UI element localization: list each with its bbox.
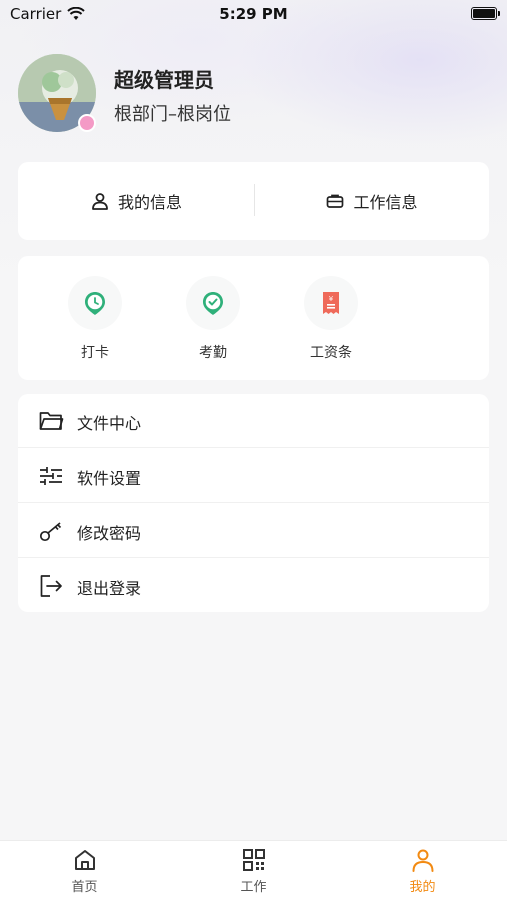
tab-label: 我的: [409, 880, 436, 895]
quick-actions-card: 打卡 考勤 ¥ 工资条: [18, 256, 489, 380]
svg-text:¥: ¥: [329, 295, 334, 303]
my-info-button[interactable]: 我的信息: [18, 162, 254, 240]
menu-item-label: 修改密码: [77, 524, 142, 543]
quick-action-icon-bg: [186, 276, 240, 330]
clock-icon: [85, 292, 105, 315]
menu-item-software-settings[interactable]: 软件设置: [18, 449, 489, 503]
menu-item-change-password[interactable]: 修改密码: [18, 504, 489, 558]
status-bar: Carrier 5:29 PM: [0, 0, 507, 28]
menu-item-label: 文件中心: [77, 414, 142, 433]
battery-icon: [471, 7, 500, 20]
tab-label: 工作: [240, 880, 267, 895]
menu-item-file-center[interactable]: 文件中心: [18, 394, 489, 448]
briefcase-icon: [327, 194, 344, 208]
quick-action-label: 考勤: [199, 345, 227, 361]
menu-item-label: 退出登录: [77, 579, 142, 598]
avatar-badge: [78, 114, 96, 132]
menu-item-logout[interactable]: 退出登录: [18, 559, 489, 613]
tab-mine[interactable]: 我的: [338, 841, 507, 900]
quick-action-icon-bg: [68, 276, 122, 330]
work-info-label: 工作信息: [353, 193, 418, 212]
quick-action-attendance[interactable]: 考勤: [154, 256, 254, 380]
quick-action-label: 工资条: [310, 345, 352, 361]
bottom-tab-bar: 首页 工作 我的: [0, 840, 507, 900]
divider: [18, 502, 489, 503]
tab-work[interactable]: 工作: [169, 841, 338, 900]
work-info-button[interactable]: 工作信息: [254, 162, 489, 240]
tab-home[interactable]: 首页: [0, 841, 169, 900]
qrcode-icon: [243, 849, 265, 871]
person-icon: [92, 193, 108, 210]
logout-icon: [40, 575, 62, 597]
check-circle-icon: [203, 292, 223, 315]
user-department: 根部门–根岗位: [114, 104, 231, 125]
profile-header: 超级管理员 根部门–根岗位: [18, 54, 488, 134]
tab-label: 首页: [71, 880, 98, 895]
key-icon: [39, 522, 62, 542]
divider: [18, 447, 489, 448]
menu-item-label: 软件设置: [77, 469, 142, 488]
settings-menu-card: 文件中心 软件设置 修改密码 退出登录: [18, 394, 489, 612]
user-icon: [412, 849, 434, 872]
quick-action-clock-in[interactable]: 打卡: [36, 256, 136, 380]
folder-icon: [39, 412, 64, 430]
divider: [18, 557, 489, 558]
quick-action-label: 打卡: [81, 345, 109, 361]
quick-action-icon-bg: ¥: [304, 276, 358, 330]
clock-time: 5:29 PM: [219, 5, 288, 23]
user-name: 超级管理员: [114, 68, 214, 92]
home-icon: [75, 850, 95, 870]
quick-action-payslip[interactable]: ¥ 工资条: [272, 256, 372, 380]
payslip-icon: ¥: [323, 292, 339, 314]
info-card: 我的信息 工作信息: [18, 162, 489, 240]
header-background: [0, 0, 507, 300]
sliders-icon: [40, 467, 62, 485]
my-info-label: 我的信息: [117, 193, 182, 212]
